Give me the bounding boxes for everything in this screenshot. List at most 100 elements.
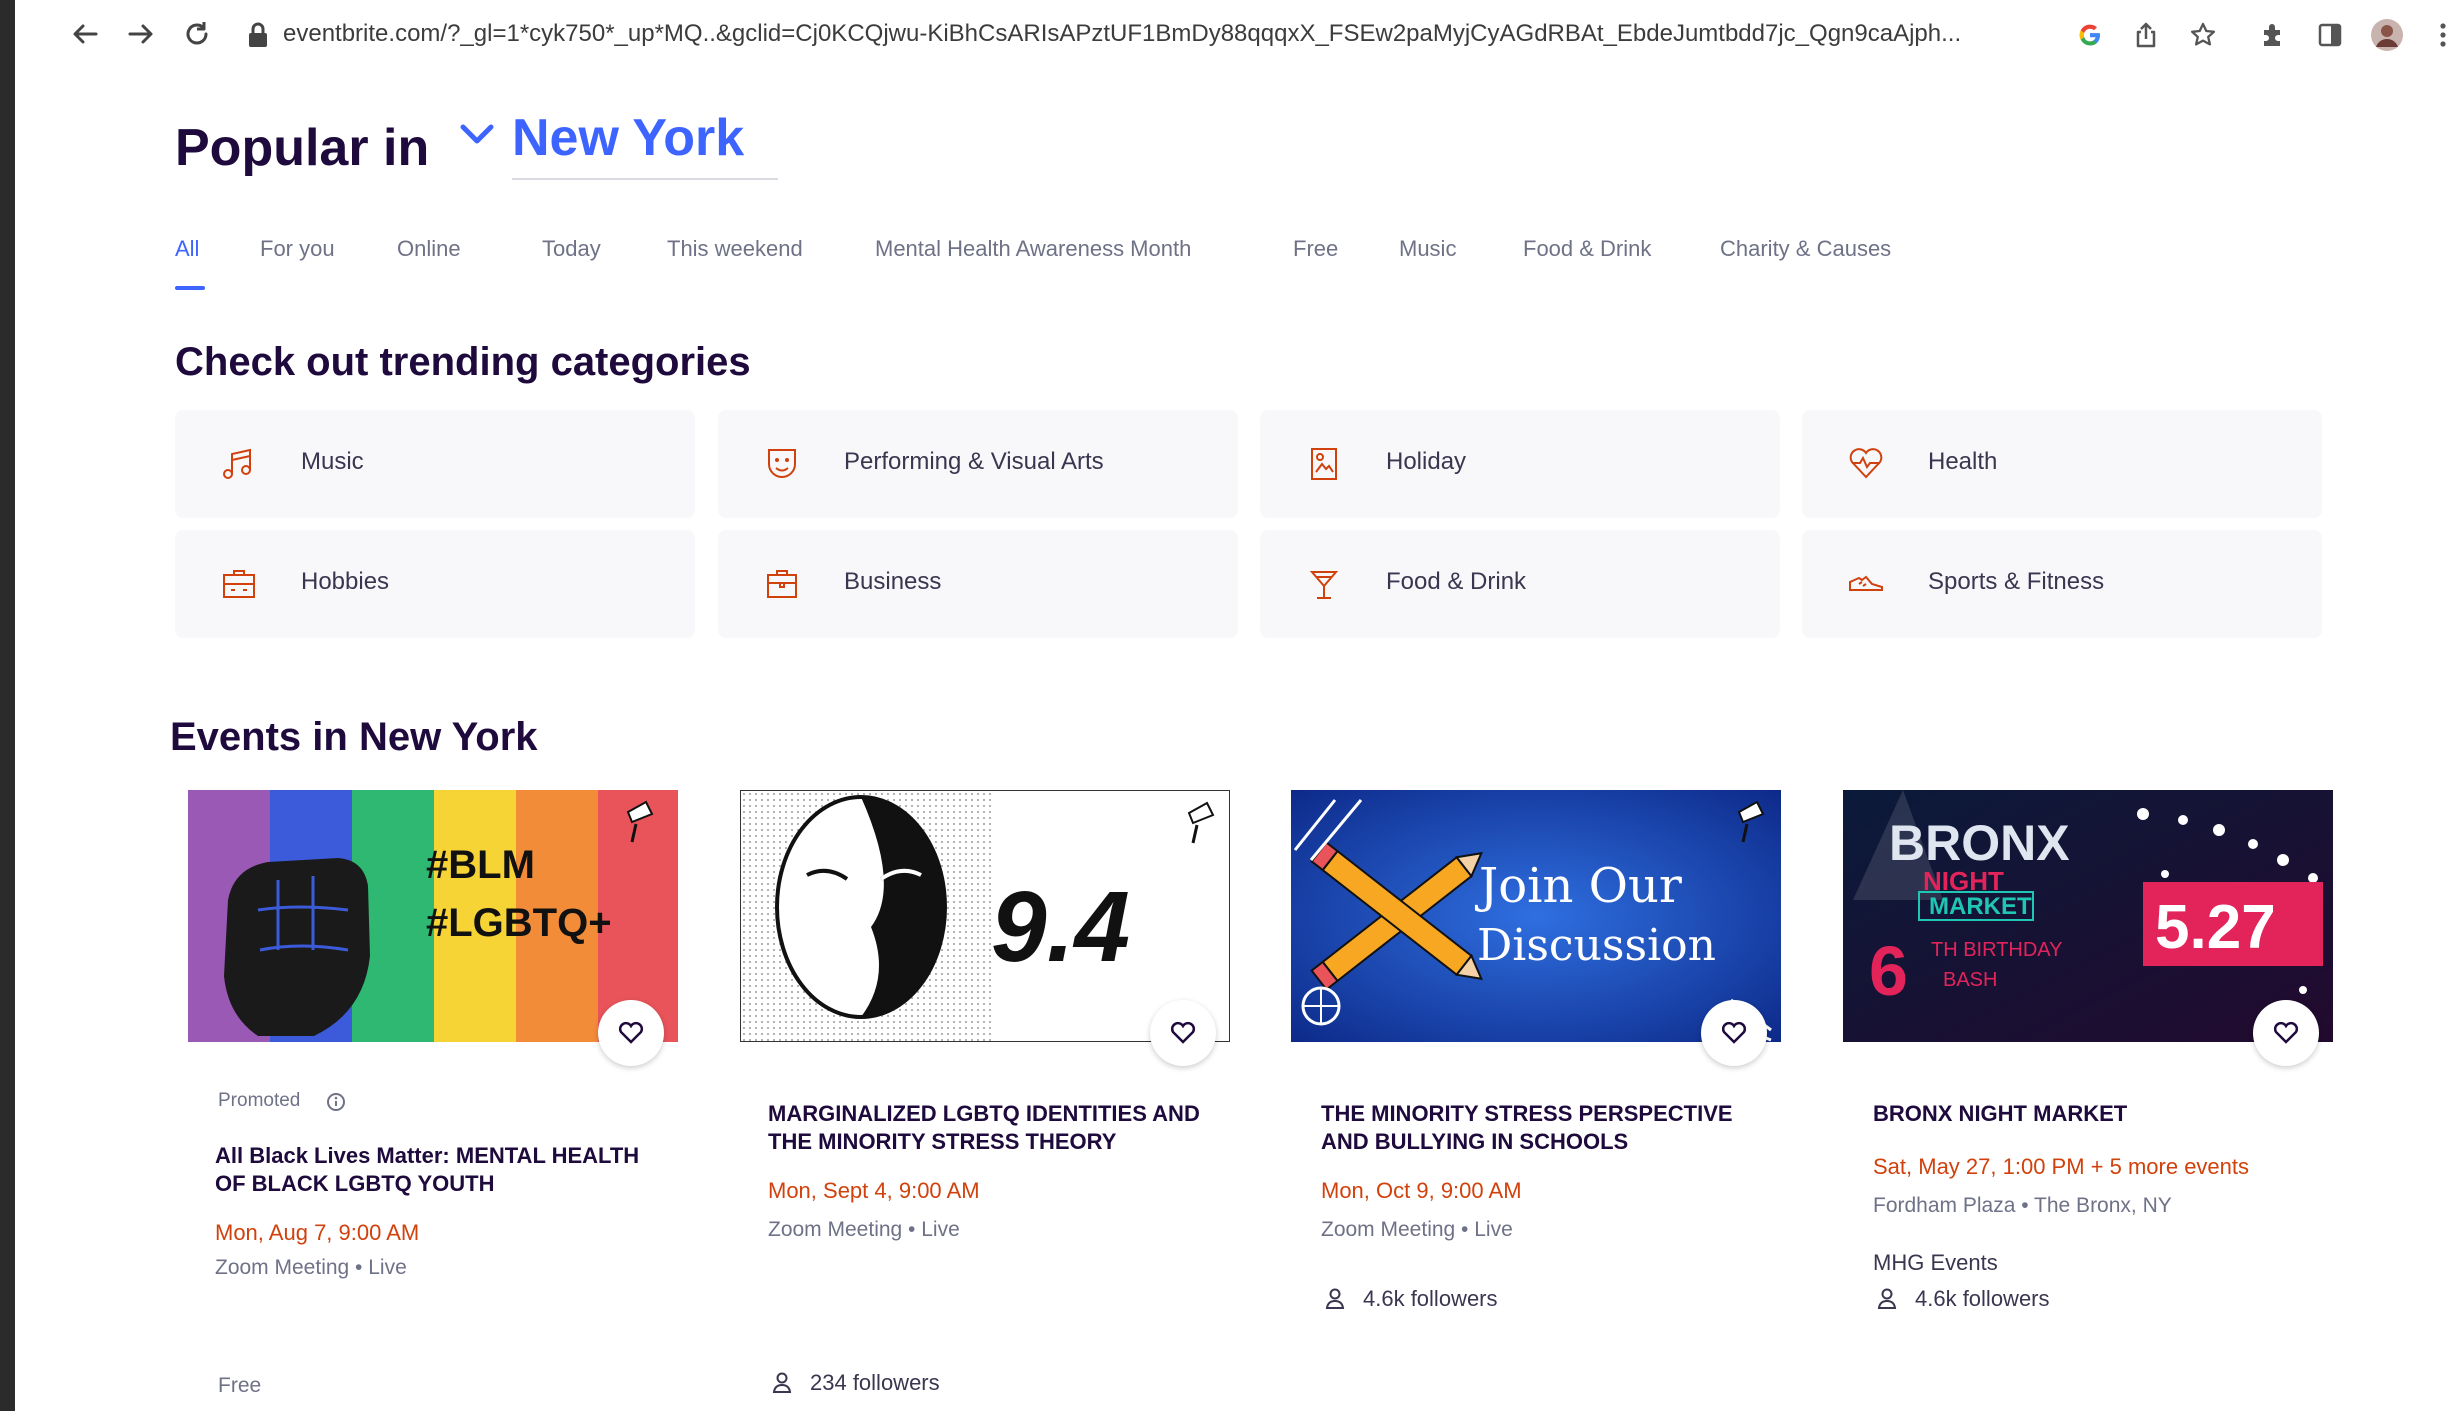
active-tab-indicator: [175, 286, 205, 290]
followers-text: 4.6k followers: [1915, 1286, 2050, 1311]
promoted-label: Promoted: [218, 1090, 301, 1111]
image-caption-discussion: Discussion: [1477, 920, 1716, 971]
person-icon: [772, 1372, 792, 1393]
event-title[interactable]: All Black Lives Matter: MENTAL HEALTH OF…: [215, 1142, 655, 1198]
event-location: Zoom Meeting • Live: [768, 1218, 960, 1241]
event-card[interactable]: BRONX NIGHT MARKET 6 TH BIRTHDAY BASH 5.…: [1833, 790, 2333, 1411]
event-image[interactable]: #BLM #LGBTQ+: [188, 790, 678, 1042]
event-image[interactable]: BRONX NIGHT MARKET 6 TH BIRTHDAY BASH 5.…: [1843, 790, 2333, 1042]
events-section-title: Events in New York: [170, 715, 538, 759]
followers-text: 4.6k followers: [1363, 1286, 1498, 1311]
event-image[interactable]: 9.4: [740, 790, 1230, 1042]
tab-music[interactable]: Music: [1399, 236, 1456, 262]
event-title[interactable]: BRONX NIGHT MARKET: [1873, 1100, 2313, 1128]
image-caption-lgbtq: #LGBTQ+: [426, 901, 612, 945]
image-caption-date: 5.27: [2155, 893, 2276, 962]
category-label: Business: [844, 568, 942, 595]
event-date: Mon, Aug 7, 9:00 AM: [215, 1220, 420, 1245]
share-icon[interactable]: [2128, 17, 2164, 53]
calendar-image-icon: [1311, 448, 1337, 480]
location-selector[interactable]: New York: [512, 108, 779, 180]
browser-menu-icon[interactable]: [2425, 17, 2459, 53]
theater-mask-icon: [768, 449, 796, 478]
category-label: Food & Drink: [1386, 568, 1527, 595]
image-caption-bronx: BRONX: [1889, 815, 2070, 871]
reload-icon[interactable]: [177, 14, 217, 54]
address-bar[interactable]: eventbrite.com/?_gl=1*cyk750*_up*MQ..&gc…: [283, 20, 2043, 52]
tab-today[interactable]: Today: [542, 236, 601, 262]
event-date: Mon, Oct 9, 9:00 AM: [1321, 1178, 1522, 1203]
side-panel-icon[interactable]: [2312, 17, 2348, 53]
image-caption-6: 6: [1869, 932, 1908, 1010]
page: eventbrite.com/?_gl=1*cyk750*_up*MQ..&gc…: [15, 0, 2459, 1411]
heart-pulse-icon: [1849, 448, 1883, 479]
image-caption-date: 9.4: [991, 871, 1130, 983]
event-date: Mon, Sept 4, 9:00 AM: [768, 1178, 980, 1203]
followers-count: 4.6k followers: [1877, 1286, 2050, 1312]
image-caption-birthday: TH BIRTHDAY: [1931, 939, 2063, 961]
tab-mental-health-awareness-month[interactable]: Mental Health Awareness Month: [875, 236, 1191, 262]
followers-count: 234 followers: [772, 1370, 940, 1396]
category-label: Sports & Fitness: [1928, 568, 2105, 595]
briefcase-icon: [767, 570, 797, 598]
hobbies-icon: [223, 570, 255, 598]
chevron-down-icon[interactable]: [455, 112, 499, 156]
category-holiday[interactable]: Holiday: [1260, 410, 1780, 518]
tab-online[interactable]: Online: [397, 236, 461, 262]
image-caption-market: MARKET: [1929, 893, 2032, 920]
category-performing-visual-arts[interactable]: Performing & Visual Arts: [718, 410, 1238, 518]
event-card[interactable]: Join Our Discussion THE MINORITY STRESS …: [1281, 790, 1781, 1411]
followers-count: 4.6k followers: [1325, 1286, 1498, 1312]
tab-free[interactable]: Free: [1293, 236, 1338, 262]
followers-text: 234 followers: [810, 1370, 940, 1395]
event-date: Sat, May 27, 1:00 PM + 5 more events: [1873, 1154, 2250, 1179]
event-price: Free: [218, 1374, 262, 1397]
profile-avatar[interactable]: [2369, 17, 2405, 53]
person-icon: [1877, 1288, 1897, 1309]
category-label: Holiday: [1386, 448, 1467, 475]
event-location: Zoom Meeting • Live: [1321, 1218, 1513, 1241]
category-hobbies[interactable]: Hobbies: [175, 530, 695, 638]
event-title[interactable]: MARGINALIZED LGBTQ IDENTITIES AND THE MI…: [768, 1100, 1208, 1156]
info-icon[interactable]: [326, 1092, 346, 1112]
event-card[interactable]: #BLM #LGBTQ+ Promoted All Black Lives Ma…: [178, 790, 678, 1411]
bookmark-star-icon[interactable]: [2185, 17, 2221, 53]
image-caption-bash: BASH: [1943, 969, 1997, 991]
category-health[interactable]: Health: [1802, 410, 2322, 518]
category-label: Music: [301, 448, 364, 475]
tab-charity-causes[interactable]: Charity & Causes: [1720, 236, 1891, 262]
category-label: Hobbies: [301, 568, 390, 595]
event-location: Zoom Meeting • Live: [215, 1256, 407, 1279]
image-caption-blm: #BLM: [426, 843, 535, 887]
like-button[interactable]: [1701, 1000, 1767, 1066]
event-title[interactable]: THE MINORITY STRESS PERSPECTIVE AND BULL…: [1321, 1100, 1761, 1156]
event-organizer[interactable]: MHG Events: [1873, 1250, 1998, 1276]
category-grid: Music Performing & Visual Arts Holiday H…: [175, 410, 2355, 650]
category-business[interactable]: Business: [718, 530, 1238, 638]
tab-for-you[interactable]: For you: [260, 236, 335, 262]
forward-icon[interactable]: [121, 14, 161, 54]
category-label: Health: [1928, 448, 1998, 475]
category-food-drink[interactable]: Food & Drink: [1260, 530, 1780, 638]
lock-icon[interactable]: [245, 20, 271, 50]
category-sports-fitness[interactable]: Sports & Fitness: [1802, 530, 2322, 638]
popular-in-label: Popular in: [175, 119, 430, 177]
tab-all[interactable]: All: [175, 236, 199, 262]
music-icon: [223, 448, 251, 479]
tab-this-weekend[interactable]: This weekend: [667, 236, 803, 262]
extensions-icon[interactable]: [2255, 17, 2291, 53]
google-icon[interactable]: [2072, 17, 2108, 53]
like-button[interactable]: [2253, 1000, 2319, 1066]
category-music[interactable]: Music: [175, 410, 695, 518]
browser-toolbar: eventbrite.com/?_gl=1*cyk750*_up*MQ..&gc…: [15, 0, 2459, 70]
heart-icon: [618, 1021, 644, 1044]
heart-icon: [2273, 1021, 2299, 1044]
event-card[interactable]: 9.4 MARGINALIZED LGBTQ IDENTITIES AND TH…: [730, 790, 1230, 1411]
category-label: Performing & Visual Arts: [844, 448, 1104, 475]
back-icon[interactable]: [65, 14, 105, 54]
event-image[interactable]: Join Our Discussion: [1291, 790, 1781, 1042]
like-button[interactable]: [1150, 1000, 1216, 1066]
like-button[interactable]: [598, 1000, 664, 1066]
heart-icon: [1721, 1021, 1747, 1044]
tab-food-drink[interactable]: Food & Drink: [1523, 236, 1651, 262]
